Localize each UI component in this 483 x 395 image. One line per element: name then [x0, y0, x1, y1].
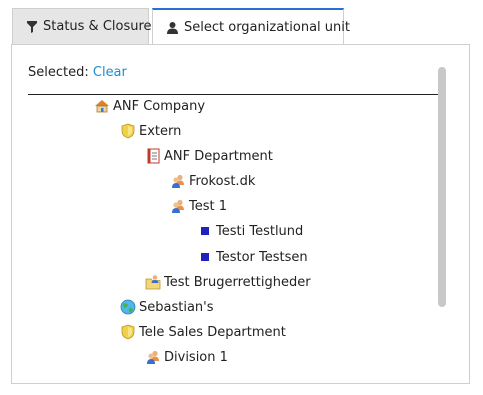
tab-label: Select organizational unit — [184, 20, 350, 35]
tree-node-label: Testi Testlund — [216, 223, 304, 239]
users-icon — [145, 349, 161, 365]
tree-node-label: Testor Testsen — [216, 249, 308, 265]
scrollbar-thumb[interactable] — [438, 67, 446, 307]
tree-node[interactable]: Testor Testsen — [197, 247, 308, 267]
tree-node-label: ANF Department — [164, 148, 273, 164]
home-icon — [94, 98, 110, 114]
tree-node-label: Division 1 — [164, 349, 228, 365]
tree-node-label: Extern — [139, 123, 182, 139]
vertical-scrollbar[interactable] — [438, 67, 446, 307]
tree-node-label: Sebastian's — [139, 299, 214, 315]
tree-node[interactable]: ANF Company — [94, 96, 205, 116]
tab-label: Status & Closure — [43, 19, 152, 34]
tree-node-label: Tele Sales Department — [139, 324, 286, 340]
tree-node[interactable]: Tele Sales Department — [120, 322, 286, 342]
tree-node[interactable]: Sebastian's — [120, 297, 214, 317]
square-icon — [197, 249, 213, 265]
tree-node-label: Test 1 — [189, 198, 228, 214]
document-icon — [145, 148, 161, 164]
square-icon — [197, 223, 213, 239]
org-tree: ANF Company Extern ANF Department Frokos… — [12, 45, 442, 383]
funnel-icon — [27, 20, 43, 33]
tree-node[interactable]: Test 1 — [170, 196, 227, 216]
shield-icon — [120, 123, 136, 139]
tab-status-closure[interactable]: Status & Closure — [12, 8, 152, 44]
tree-node[interactable]: Testi Testlund — [197, 221, 303, 241]
user-icon — [167, 21, 184, 34]
tree-node[interactable]: ANF Department — [145, 146, 273, 166]
globe-icon — [120, 299, 136, 315]
folder-user-icon — [145, 274, 161, 290]
tree-node-label: Frokost.dk — [189, 173, 256, 189]
users-icon — [170, 198, 186, 214]
tree-node-label: Test Brugerrettigheder — [164, 274, 311, 290]
tree-node[interactable]: Extern — [120, 121, 181, 141]
shield-icon — [120, 324, 136, 340]
users-icon — [170, 173, 186, 189]
tree-node-label: ANF Company — [113, 98, 206, 114]
tree-node[interactable]: Test Brugerrettigheder — [145, 272, 311, 292]
tab-select-organizational-unit[interactable]: Select organizational unit — [152, 8, 350, 45]
tree-node[interactable]: Division 1 — [145, 347, 228, 367]
org-unit-panel: Selected: Clear ANF Company Extern ANF D… — [11, 44, 470, 384]
tree-node[interactable]: Frokost.dk — [170, 171, 255, 191]
